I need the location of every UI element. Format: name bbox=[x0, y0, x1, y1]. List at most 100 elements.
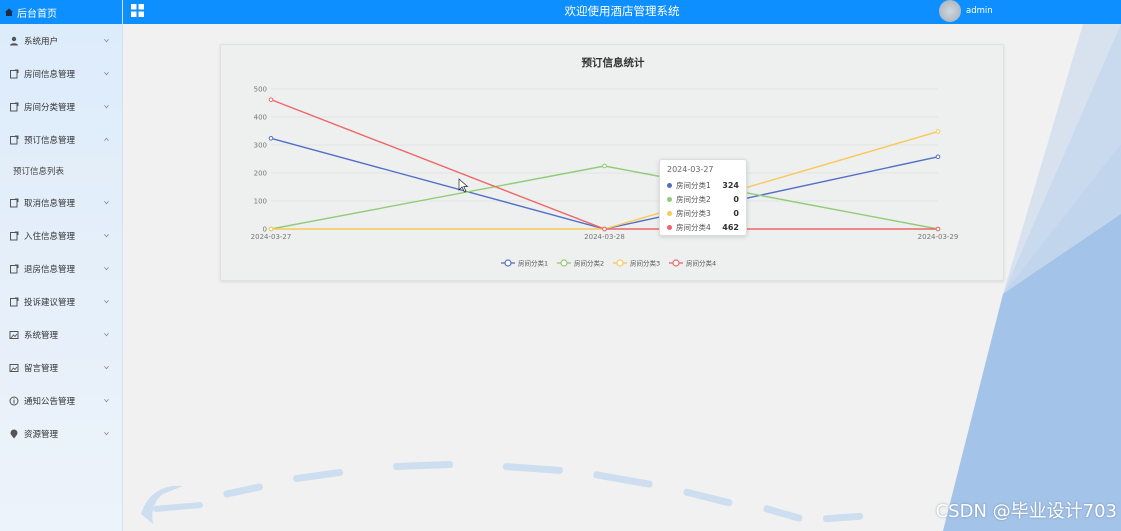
sidebar-item-label: 房间分类管理 bbox=[24, 102, 76, 113]
x-tick-label: 2024-03-28 bbox=[584, 233, 625, 241]
sidebar-item-label: 投诉建议管理 bbox=[24, 297, 76, 308]
sidebar-item-9[interactable]: 留言管理 bbox=[0, 351, 122, 384]
data-point bbox=[268, 135, 274, 141]
image-icon bbox=[9, 330, 19, 339]
legend-swatch-marker bbox=[672, 259, 680, 267]
tooltip-date: 2024-03-27 bbox=[667, 165, 714, 174]
y-tick-label: 100 bbox=[254, 198, 267, 206]
chart-card: 预订信息统计 0 100 200 300 400 500 2024-03-27 2024-03-… bbox=[220, 44, 1004, 281]
tooltip-dot bbox=[667, 224, 672, 230]
chevron-down-icon bbox=[104, 201, 109, 205]
x-tick-label: 2024-03-29 bbox=[918, 233, 959, 241]
tooltip-series-name: 房间分类4 bbox=[676, 222, 711, 232]
top-header: 欢迎使用酒店管理系统 admin bbox=[123, 0, 1121, 24]
sidebar-item-7[interactable]: 投诉建议管理 bbox=[0, 285, 122, 318]
legend-swatch-marker bbox=[616, 259, 624, 267]
submenu-item-3-0[interactable]: 预订信息列表 bbox=[0, 156, 122, 186]
chevron-up-icon bbox=[104, 137, 109, 141]
location-icon bbox=[10, 429, 18, 438]
avatar[interactable] bbox=[939, 0, 961, 22]
sidebar-item-11[interactable]: 资源管理 bbox=[0, 417, 122, 450]
x-tick-label: 2024-03-27 bbox=[251, 233, 292, 241]
sidebar-item-4[interactable]: 取消信息管理 bbox=[0, 186, 122, 219]
sidebar-item-label: 资源管理 bbox=[24, 429, 59, 440]
tooltip-series-value: 462 bbox=[722, 222, 739, 232]
watermark: CSDN @毕业设计703 bbox=[935, 501, 1117, 522]
sidebar-item-label: 取消信息管理 bbox=[24, 198, 76, 209]
y-tick-label: 400 bbox=[254, 114, 267, 122]
sidebar-item-0[interactable]: 系统用户 bbox=[0, 24, 122, 57]
y-tick-label: 500 bbox=[254, 86, 267, 94]
home-icon bbox=[5, 8, 13, 16]
doc-icon bbox=[10, 231, 19, 240]
sidebar-item-1[interactable]: 房间信息管理 bbox=[0, 57, 122, 90]
sidebar-item-label: 退房信息管理 bbox=[24, 264, 76, 275]
sidebar-item-8[interactable]: 系统管理 bbox=[0, 318, 122, 351]
chevron-down-icon bbox=[104, 267, 109, 271]
legend-swatch-marker bbox=[504, 259, 512, 267]
tooltip-series-value: 0 bbox=[733, 208, 739, 218]
series-line bbox=[270, 137, 939, 230]
tooltip-row: 房间分类2 0 bbox=[667, 192, 739, 206]
chart-tooltip: 2024-03-27 房间分类1 324 房间分类2 0 房间分类3 0 房间分类4 462 bbox=[659, 159, 747, 236]
sidebar-item-5[interactable]: 入住信息管理 bbox=[0, 219, 122, 252]
sidebar: 后台首页 系统用户房间信息管理房间分类管理 预订信息管理预订信息列表取消信息管理入… bbox=[0, 0, 123, 531]
brand-title: 后台首页 bbox=[17, 8, 57, 20]
legend-swatch-marker bbox=[560, 259, 568, 267]
data-point bbox=[268, 97, 274, 102]
tooltip-row: 房间分类1 324 bbox=[667, 178, 739, 192]
chevron-down-icon bbox=[104, 39, 109, 43]
chevron-down-icon bbox=[104, 105, 109, 109]
sidebar-item-10[interactable]: 通知公告管理 bbox=[0, 384, 122, 417]
sidebar-item-label: 预订信息管理 bbox=[24, 135, 76, 146]
sidebar-item-label: 留言管理 bbox=[24, 363, 59, 374]
doc-icon bbox=[10, 198, 19, 207]
doc-icon bbox=[10, 135, 19, 144]
image-icon bbox=[9, 363, 19, 372]
tooltip-series-name: 房间分类1 bbox=[676, 180, 711, 190]
chevron-down-icon bbox=[104, 366, 109, 370]
sidebar-item-6[interactable]: 退房信息管理 bbox=[0, 252, 122, 285]
doc-icon bbox=[10, 102, 19, 111]
sidebar-brand[interactable]: 后台首页 bbox=[0, 0, 122, 24]
y-tick-label: 200 bbox=[254, 170, 267, 178]
legend-label: 房间分类3 bbox=[630, 259, 660, 268]
tooltip-dot bbox=[667, 182, 672, 188]
chevron-down-icon bbox=[104, 234, 109, 238]
user-icon bbox=[10, 36, 18, 45]
sidebar-item-2[interactable]: 房间分类管理 bbox=[0, 90, 122, 123]
tooltip-row: 房间分类4 462 bbox=[667, 220, 739, 234]
tooltip-dot bbox=[667, 196, 672, 202]
data-point bbox=[602, 226, 607, 232]
tooltip-dot bbox=[667, 210, 672, 216]
tooltip-series-name: 房间分类2 bbox=[676, 194, 711, 204]
data-point bbox=[268, 226, 274, 232]
username[interactable]: admin bbox=[966, 6, 993, 16]
data-point bbox=[935, 154, 941, 160]
tooltip-series-value: 324 bbox=[722, 180, 739, 190]
booking-line-chart: 预订信息统计 0 100 200 300 400 500 2024-03-27 2024-03-… bbox=[251, 56, 959, 268]
sidebar-item-label: 系统管理 bbox=[24, 330, 59, 341]
chevron-down-icon bbox=[104, 300, 109, 304]
sidebar-item-3[interactable]: 预订信息管理 bbox=[0, 123, 122, 156]
data-point bbox=[935, 129, 941, 134]
y-tick-label: 300 bbox=[254, 142, 267, 150]
doc-icon bbox=[10, 264, 19, 273]
data-point bbox=[602, 163, 607, 169]
chevron-down-icon bbox=[104, 333, 109, 337]
sidebar-item-label: 入住信息管理 bbox=[24, 231, 76, 242]
sidebar-menu: 系统用户房间信息管理房间分类管理 预订信息管理预订信息列表取消信息管理 入住信息管理… bbox=[0, 24, 122, 450]
sidebar-item-label: 系统用户 bbox=[24, 36, 59, 47]
doc-icon bbox=[10, 297, 19, 306]
tooltip-series-name: 房间分类3 bbox=[676, 208, 711, 218]
chevron-down-icon bbox=[104, 399, 109, 403]
legend-label: 房间分类4 bbox=[686, 259, 716, 268]
series-line bbox=[271, 130, 939, 230]
doc-icon bbox=[10, 69, 19, 78]
data-point bbox=[935, 226, 941, 232]
tooltip-series-value: 0 bbox=[733, 194, 739, 204]
legend-label: 房间分类1 bbox=[518, 259, 548, 268]
tooltip-row: 房间分类3 0 bbox=[667, 206, 739, 220]
sidebar-item-label: 通知公告管理 bbox=[24, 396, 76, 407]
chevron-down-icon bbox=[104, 432, 109, 436]
